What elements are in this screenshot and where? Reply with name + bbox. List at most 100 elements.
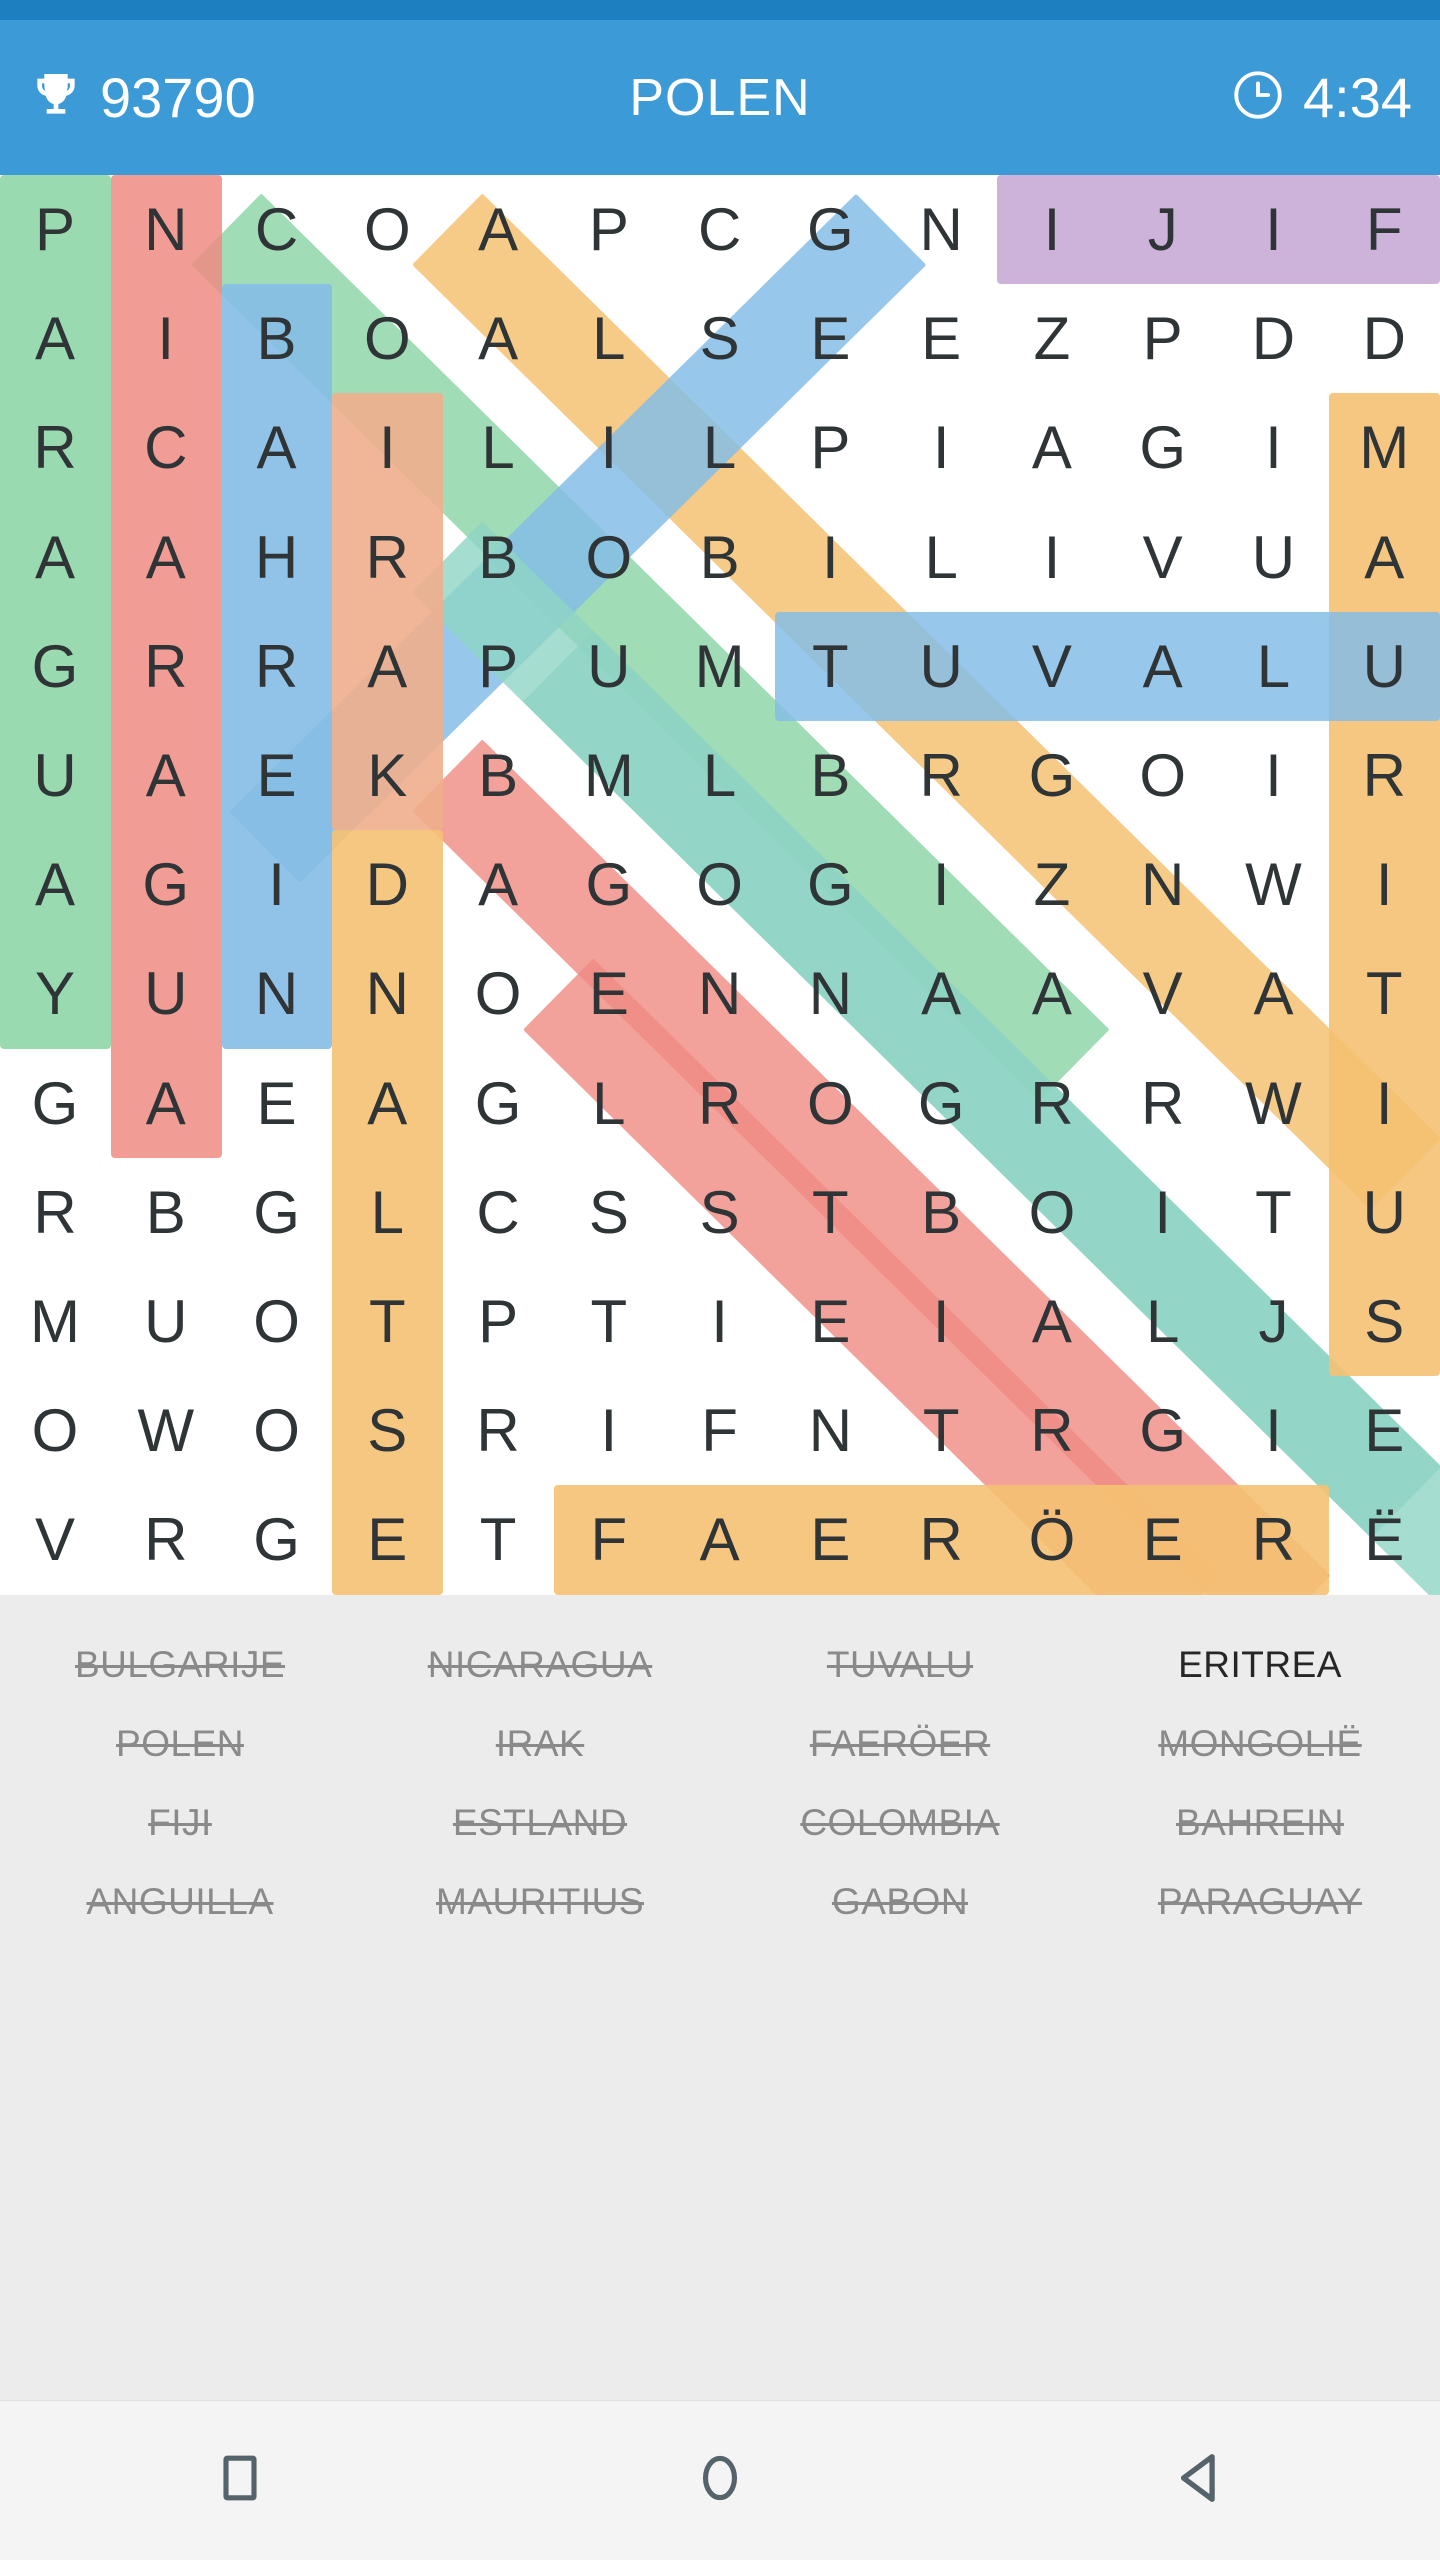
- grid-cell-r8-c7[interactable]: N: [665, 939, 775, 1048]
- grid-cell-r8-c6[interactable]: E: [554, 939, 664, 1048]
- grid-cell-r4-c9[interactable]: L: [886, 503, 996, 612]
- grid-cell-r13-c6[interactable]: F: [554, 1485, 664, 1594]
- grid-cell-r11-c2[interactable]: U: [111, 1267, 221, 1376]
- grid-cell-r12-c2[interactable]: W: [111, 1376, 221, 1485]
- grid-cell-r5-c6[interactable]: U: [554, 612, 664, 721]
- grid-cell-r7-c1[interactable]: A: [0, 830, 110, 939]
- grid-cell-r13-c3[interactable]: G: [222, 1485, 332, 1594]
- grid-cell-r1-c1[interactable]: P: [0, 175, 110, 284]
- grid-cell-r8-c12[interactable]: A: [1218, 939, 1328, 1048]
- grid-cell-r10-c13[interactable]: U: [1329, 1158, 1439, 1267]
- grid-cell-r3-c11[interactable]: G: [1108, 393, 1218, 502]
- grid-cell-r7-c13[interactable]: I: [1329, 830, 1439, 939]
- grid-cell-r12-c11[interactable]: G: [1108, 1376, 1218, 1485]
- grid-cell-r9-c10[interactable]: R: [997, 1049, 1107, 1158]
- grid-cell-r1-c9[interactable]: N: [886, 175, 996, 284]
- grid-cell-r1-c8[interactable]: G: [775, 175, 885, 284]
- grid-cell-r4-c13[interactable]: A: [1329, 503, 1439, 612]
- grid-cell-r10-c2[interactable]: B: [111, 1158, 221, 1267]
- grid-cell-r13-c4[interactable]: E: [332, 1485, 442, 1594]
- grid-cell-r5-c12[interactable]: L: [1218, 612, 1328, 721]
- grid-cell-r3-c12[interactable]: I: [1218, 393, 1328, 502]
- grid-cell-r4-c8[interactable]: I: [775, 503, 885, 612]
- grid-cell-r5-c11[interactable]: A: [1108, 612, 1218, 721]
- grid-cell-r9-c4[interactable]: A: [332, 1049, 442, 1158]
- grid-cell-r10-c3[interactable]: G: [222, 1158, 332, 1267]
- grid-cell-r12-c1[interactable]: O: [0, 1376, 110, 1485]
- grid-cell-r8-c9[interactable]: A: [886, 939, 996, 1048]
- grid-cell-r12-c4[interactable]: S: [332, 1376, 442, 1485]
- grid-cell-r12-c7[interactable]: F: [665, 1376, 775, 1485]
- grid-cell-r13-c13[interactable]: Ë: [1329, 1485, 1439, 1594]
- grid-cell-r1-c5[interactable]: A: [443, 175, 553, 284]
- grid-cell-r6-c4[interactable]: K: [332, 721, 442, 830]
- grid-cell-r4-c7[interactable]: B: [665, 503, 775, 612]
- grid-cell-r1-c2[interactable]: N: [111, 175, 221, 284]
- grid-cell-r6-c6[interactable]: M: [554, 721, 664, 830]
- grid-cell-r4-c5[interactable]: B: [443, 503, 553, 612]
- grid-cell-r4-c10[interactable]: I: [997, 503, 1107, 612]
- grid-cell-r9-c11[interactable]: R: [1108, 1049, 1218, 1158]
- grid-cell-r11-c11[interactable]: L: [1108, 1267, 1218, 1376]
- grid-cell-r11-c10[interactable]: A: [997, 1267, 1107, 1376]
- grid-cell-r8-c1[interactable]: Y: [0, 939, 110, 1048]
- grid-cell-r11-c4[interactable]: T: [332, 1267, 442, 1376]
- grid-cell-r6-c2[interactable]: A: [111, 721, 221, 830]
- grid-cell-r1-c6[interactable]: P: [554, 175, 664, 284]
- grid-cell-r7-c10[interactable]: Z: [997, 830, 1107, 939]
- grid-cell-r9-c13[interactable]: I: [1329, 1049, 1439, 1158]
- grid-cell-r7-c8[interactable]: G: [775, 830, 885, 939]
- recents-button[interactable]: [160, 2401, 320, 2560]
- grid-cell-r3-c6[interactable]: I: [554, 393, 664, 502]
- home-button[interactable]: [640, 2401, 800, 2560]
- grid-cell-r12-c12[interactable]: I: [1218, 1376, 1328, 1485]
- grid-cell-r3-c2[interactable]: C: [111, 393, 221, 502]
- grid-cell-r7-c2[interactable]: G: [111, 830, 221, 939]
- grid-cell-r10-c11[interactable]: I: [1108, 1158, 1218, 1267]
- grid-cell-r13-c1[interactable]: V: [0, 1485, 110, 1594]
- grid-cell-r13-c12[interactable]: R: [1218, 1485, 1328, 1594]
- grid-cell-r9-c6[interactable]: L: [554, 1049, 664, 1158]
- grid-cell-r5-c5[interactable]: P: [443, 612, 553, 721]
- grid-cell-r1-c4[interactable]: O: [332, 175, 442, 284]
- grid-cell-r13-c5[interactable]: T: [443, 1485, 553, 1594]
- grid-cell-r6-c8[interactable]: B: [775, 721, 885, 830]
- grid-cell-r11-c7[interactable]: I: [665, 1267, 775, 1376]
- grid-cell-r11-c1[interactable]: M: [0, 1267, 110, 1376]
- grid-cell-r2-c2[interactable]: I: [111, 284, 221, 393]
- grid-cell-r8-c10[interactable]: A: [997, 939, 1107, 1048]
- grid-cell-r12-c8[interactable]: N: [775, 1376, 885, 1485]
- grid-cell-r6-c5[interactable]: B: [443, 721, 553, 830]
- grid-cell-r12-c3[interactable]: O: [222, 1376, 332, 1485]
- grid-cell-r3-c7[interactable]: L: [665, 393, 775, 502]
- grid-cell-r10-c9[interactable]: B: [886, 1158, 996, 1267]
- grid-cell-r3-c10[interactable]: A: [997, 393, 1107, 502]
- grid-cell-r4-c2[interactable]: A: [111, 503, 221, 612]
- grid-cell-r5-c2[interactable]: R: [111, 612, 221, 721]
- grid-cell-r2-c6[interactable]: L: [554, 284, 664, 393]
- grid-cell-r10-c10[interactable]: O: [997, 1158, 1107, 1267]
- grid-cell-r2-c3[interactable]: B: [222, 284, 332, 393]
- grid-cell-r6-c11[interactable]: O: [1108, 721, 1218, 830]
- grid-cell-r8-c5[interactable]: O: [443, 939, 553, 1048]
- grid-cell-r2-c4[interactable]: O: [332, 284, 442, 393]
- grid-cell-r5-c7[interactable]: M: [665, 612, 775, 721]
- grid-cell-r7-c4[interactable]: D: [332, 830, 442, 939]
- grid-cell-r8-c13[interactable]: T: [1329, 939, 1439, 1048]
- grid-cell-r10-c5[interactable]: C: [443, 1158, 553, 1267]
- grid-cell-r2-c12[interactable]: D: [1218, 284, 1328, 393]
- grid-cell-r7-c9[interactable]: I: [886, 830, 996, 939]
- grid-cell-r2-c7[interactable]: S: [665, 284, 775, 393]
- grid-cell-r2-c13[interactable]: D: [1329, 284, 1439, 393]
- grid-cell-r4-c1[interactable]: A: [0, 503, 110, 612]
- grid-cell-r12-c10[interactable]: R: [997, 1376, 1107, 1485]
- back-button[interactable]: [1120, 2401, 1280, 2560]
- grid-cell-r10-c4[interactable]: L: [332, 1158, 442, 1267]
- grid-cell-r5-c9[interactable]: U: [886, 612, 996, 721]
- grid-cell-r13-c2[interactable]: R: [111, 1485, 221, 1594]
- letter-cells[interactable]: PNCOAPCGNIJIFAIBOALSEEZPDDRCAILILPIAGIMA…: [0, 175, 1440, 1595]
- grid-cell-r7-c12[interactable]: W: [1218, 830, 1328, 939]
- grid-cell-r4-c12[interactable]: U: [1218, 503, 1328, 612]
- grid-cell-r5-c10[interactable]: V: [997, 612, 1107, 721]
- grid-cell-r13-c11[interactable]: E: [1108, 1485, 1218, 1594]
